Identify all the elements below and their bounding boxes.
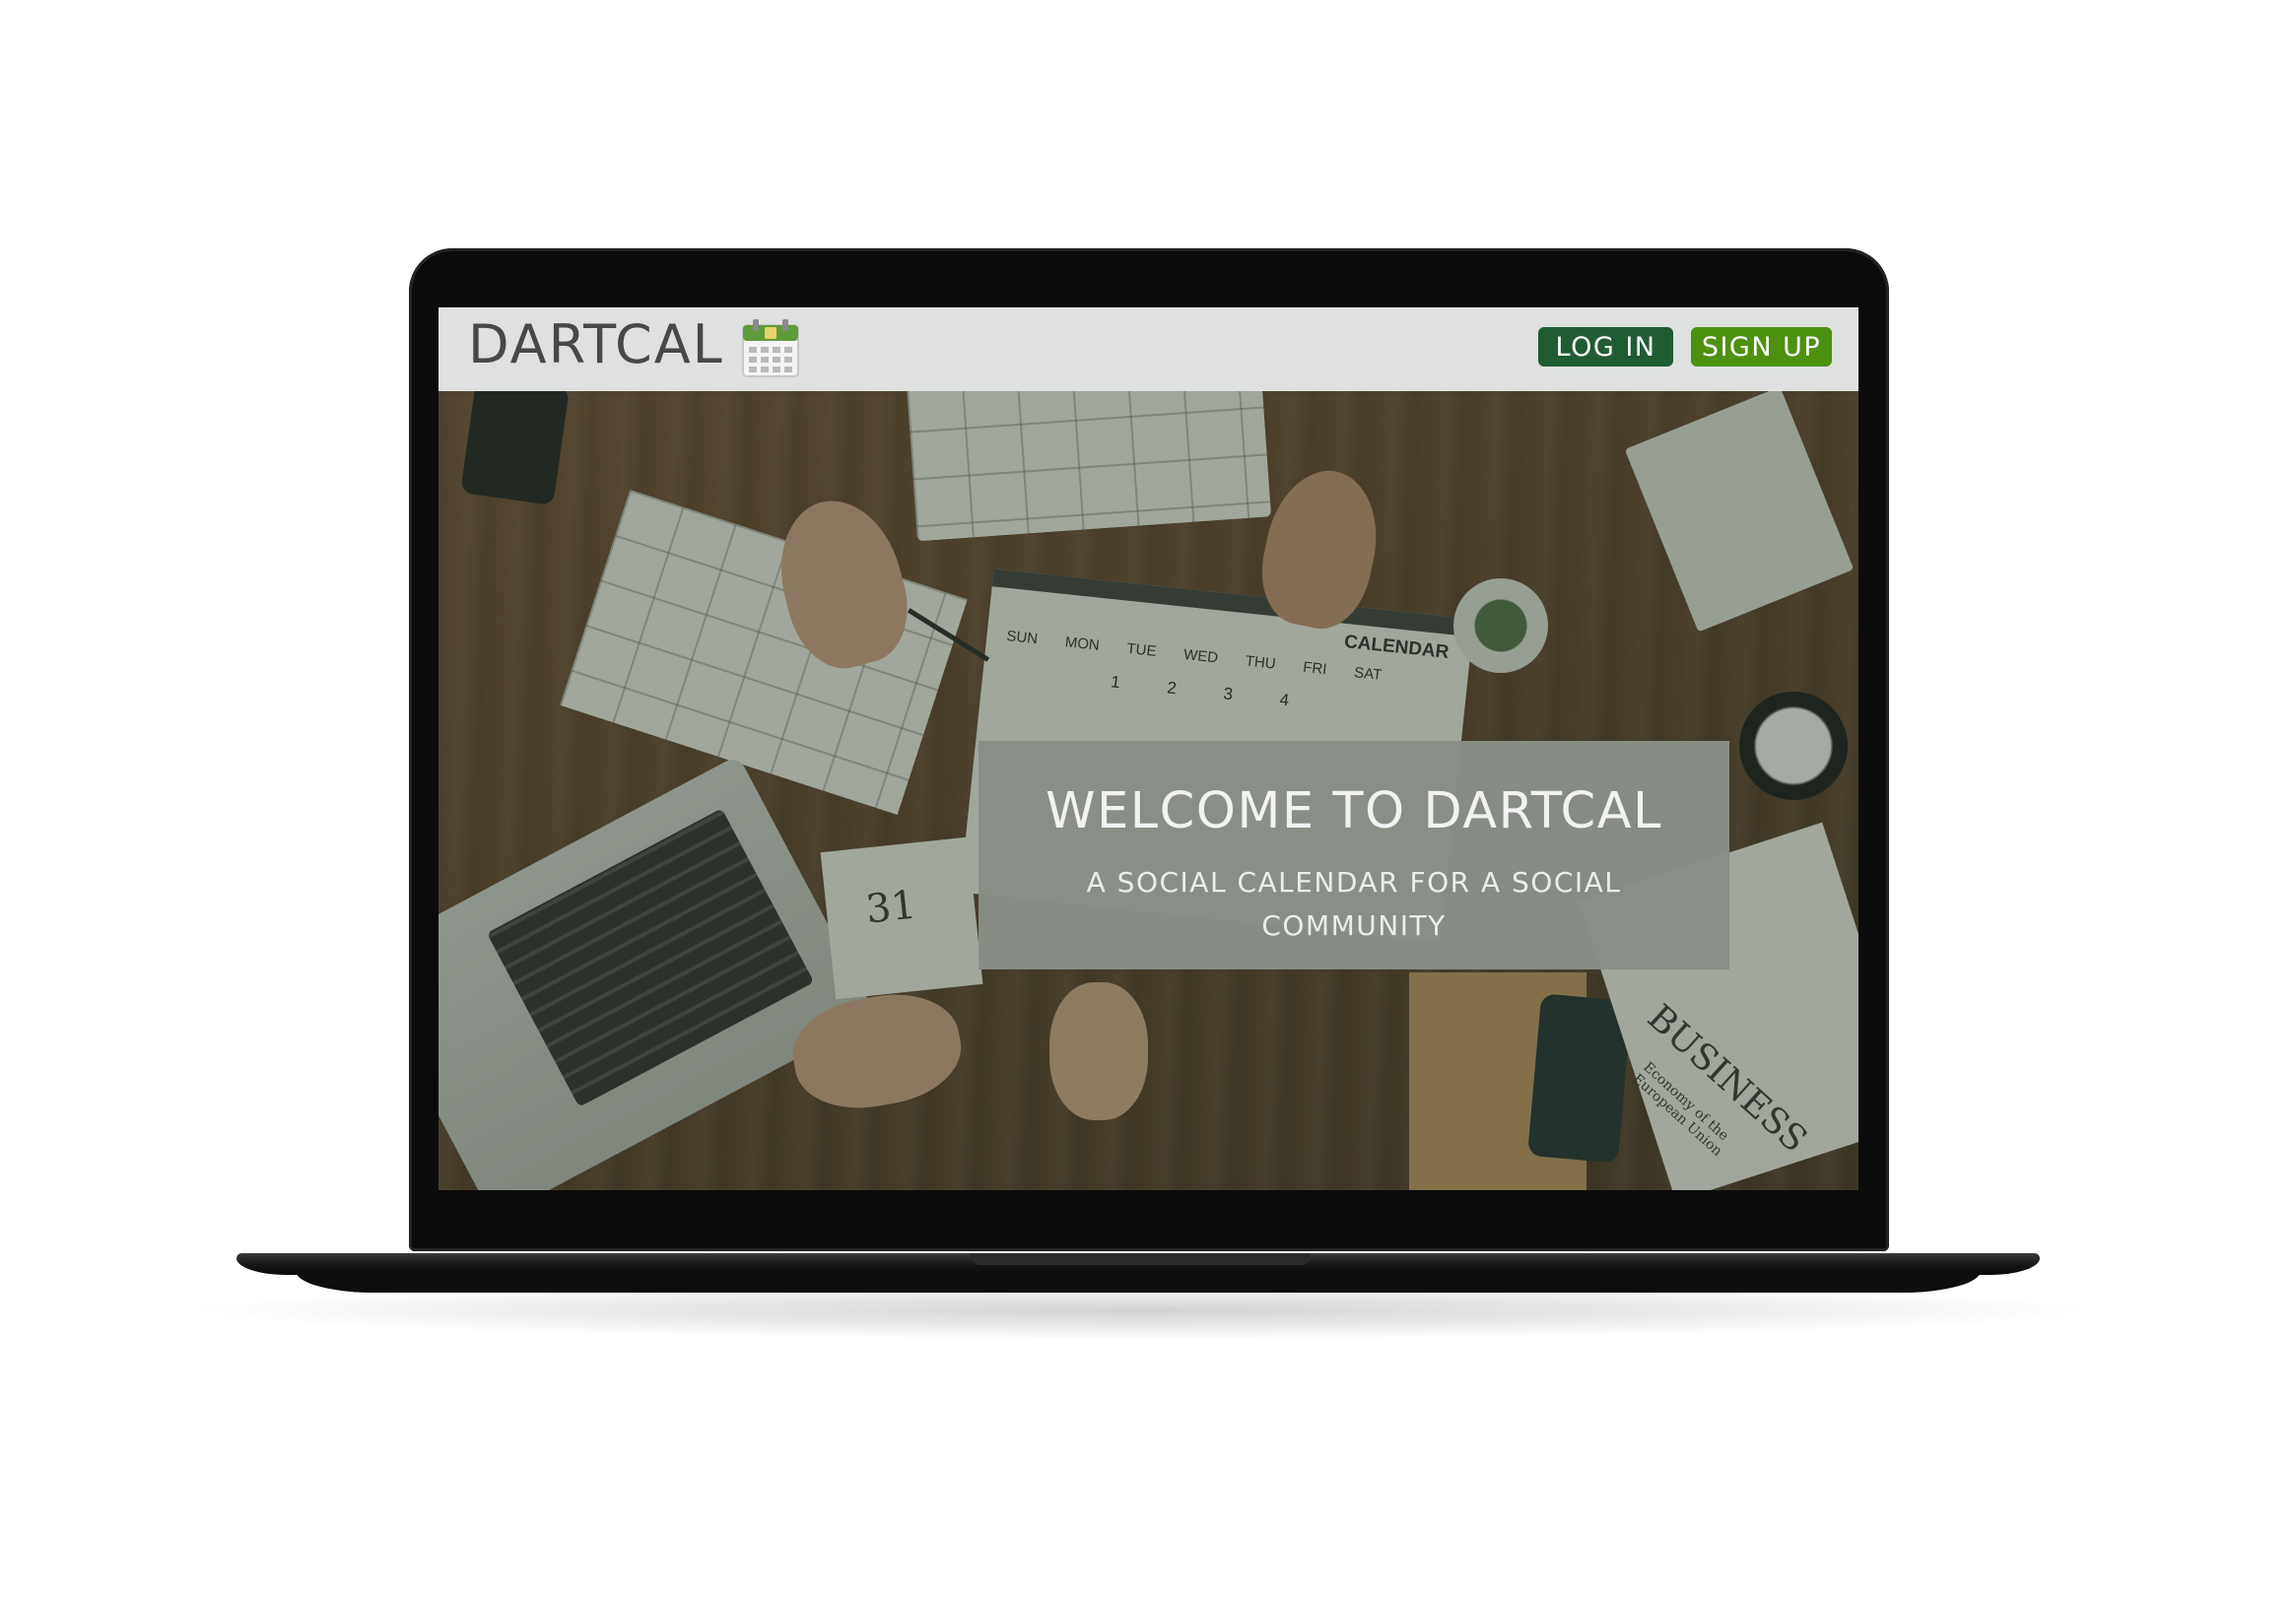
brand-name[interactable]: DARTCAL [468, 313, 724, 375]
laptop-base-foot [296, 1271, 1981, 1293]
site-header: DARTCAL LOG IN SIGN UP [439, 307, 1858, 391]
welcome-banner: WELCOME TO DARTCAL A SOCIAL CALENDAR FOR… [979, 741, 1729, 969]
login-button[interactable]: LOG IN [1538, 327, 1673, 367]
signup-button[interactable]: SIGN UP [1691, 327, 1832, 367]
calendar-icon[interactable] [741, 317, 800, 378]
laptop-hinge [971, 1253, 1311, 1265]
laptop-screen: DARTCAL LOG IN SIGN UP CALENDAR SUN MON … [439, 307, 1858, 1190]
welcome-subtitle: A SOCIAL CALENDAR FOR A SOCIAL COMMUNITY [1086, 866, 1622, 942]
welcome-title: WELCOME TO DARTCAL [1046, 782, 1662, 840]
